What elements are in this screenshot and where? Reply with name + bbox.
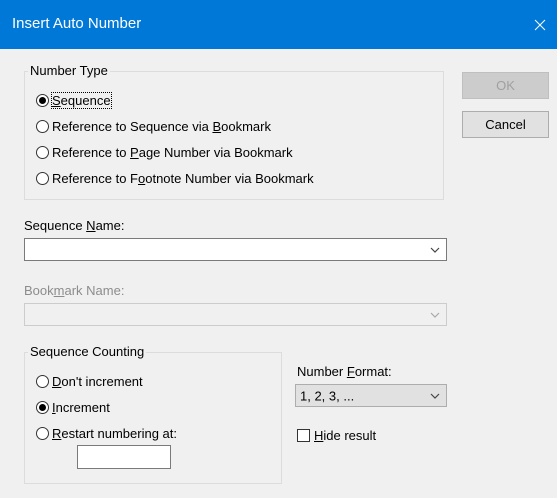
bookmark-name-combo[interactable] — [24, 303, 447, 326]
window-title: Insert Auto Number — [12, 15, 142, 32]
radio-ref-footnote-bookmark[interactable]: Reference to Footnote Number via Bookmar… — [36, 169, 314, 187]
chevron-down-icon — [430, 312, 440, 318]
number-type-legend: Number Type — [28, 63, 110, 78]
radio-restart-numbering[interactable]: Restart numbering at: — [36, 424, 177, 442]
cancel-button-label: Cancel — [485, 117, 526, 132]
radio-increment-button[interactable] — [36, 400, 49, 414]
radio-ref-sequence-bookmark-label: Reference to Sequence via Bookmark — [52, 118, 271, 134]
chevron-down-icon — [430, 247, 440, 253]
radio-restart-numbering-button[interactable] — [36, 426, 49, 440]
close-icon — [534, 19, 546, 30]
radio-ref-footnote-bookmark-label: Reference to Footnote Number via Bookmar… — [52, 170, 314, 186]
cancel-button[interactable]: Cancel — [462, 111, 549, 138]
radio-increment[interactable]: Increment — [36, 398, 110, 416]
hide-result-checkbox-row[interactable]: Hide result — [297, 426, 376, 444]
sequence-counting-legend: Sequence Counting — [28, 344, 147, 359]
restart-number-input[interactable] — [77, 445, 171, 469]
radio-ref-footnote-bookmark-button[interactable] — [36, 171, 49, 185]
radio-ref-sequence-bookmark-button[interactable] — [36, 119, 49, 133]
radio-dont-increment[interactable]: Don't increment — [36, 372, 143, 390]
chevron-down-icon — [430, 393, 440, 399]
title-bar: Insert Auto Number — [0, 0, 557, 49]
radio-restart-numbering-label: Restart numbering at: — [52, 425, 178, 441]
number-format-label: Number Format: — [297, 364, 392, 379]
ok-button[interactable]: OK — [462, 72, 549, 99]
hide-result-label: Hide result — [314, 427, 377, 443]
sequence-name-combo[interactable] — [24, 238, 447, 261]
radio-ref-sequence-bookmark[interactable]: Reference to Sequence via Bookmark — [36, 117, 271, 135]
close-button[interactable] — [523, 0, 557, 49]
radio-sequence-label: Sequence — [51, 91, 112, 109]
number-format-select[interactable]: 1, 2, 3, ... — [295, 384, 447, 407]
radio-ref-page-bookmark-button[interactable] — [36, 145, 49, 159]
radio-dont-increment-label: Don't increment — [52, 373, 143, 389]
hide-result-checkbox[interactable] — [297, 428, 310, 442]
radio-ref-page-bookmark[interactable]: Reference to Page Number via Bookmark — [36, 143, 293, 161]
ok-button-label: OK — [496, 78, 515, 93]
radio-sequence-button[interactable] — [36, 93, 49, 107]
bookmark-name-label: Bookmark Name: — [24, 283, 125, 298]
sequence-name-label: Sequence Name: — [24, 218, 125, 233]
radio-increment-label: Increment — [52, 399, 110, 415]
radio-sequence[interactable]: Sequence — [36, 91, 112, 109]
number-format-value: 1, 2, 3, ... — [300, 388, 355, 403]
radio-ref-page-bookmark-label: Reference to Page Number via Bookmark — [52, 144, 293, 160]
radio-dont-increment-button[interactable] — [36, 374, 49, 388]
